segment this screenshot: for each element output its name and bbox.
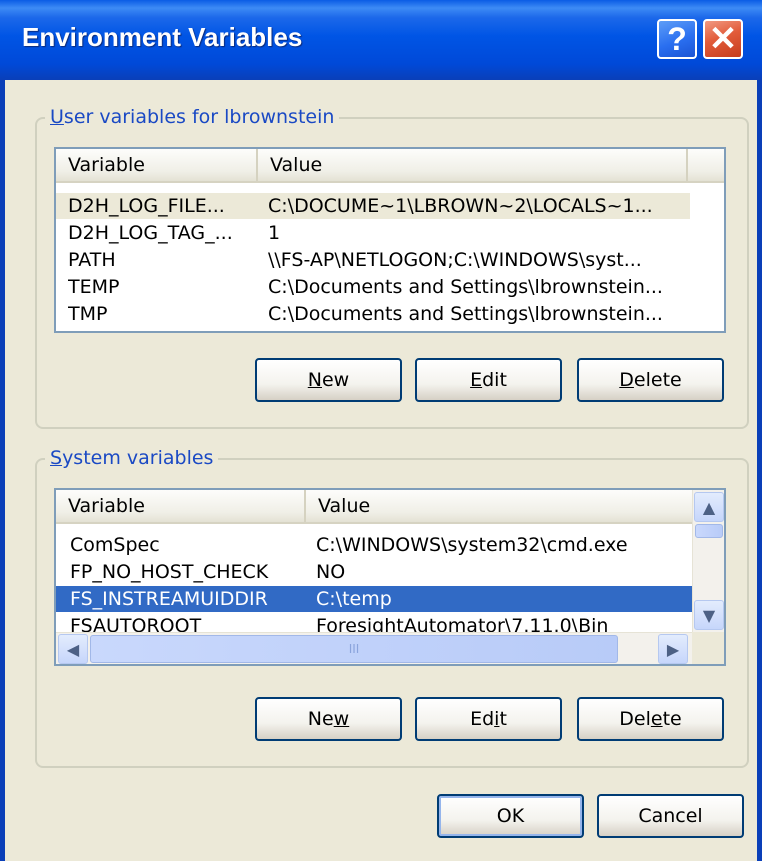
chevron-up-icon: ▲ [702,497,716,517]
close-button[interactable]: ✕ [703,19,743,59]
user-delete-button[interactable]: Delete [577,358,724,402]
list-item[interactable]: D2H_LOG_FILE... C:\DOCUME~1\LBROWN~2\LOC… [56,193,690,219]
close-icon: ✕ [708,20,738,58]
window-title: Environment Variables [22,22,303,52]
window-frame-right [757,80,762,861]
ok-button[interactable]: OK [437,794,584,838]
list-item[interactable]: TEMP C:\Documents and Settings\lbrownste… [56,274,690,300]
user-new-button[interactable]: New [255,358,402,402]
scroll-grip-icon: III [348,642,360,656]
column-header-variable[interactable]: Variable [56,490,306,522]
cancel-button[interactable]: Cancel [597,794,744,838]
list-item[interactable]: FS_INSTREAMUIDDIR C:\temp [56,586,692,612]
chevron-right-icon: ▶ [666,639,680,659]
list-item[interactable]: FP_NO_HOST_CHECK NO [56,559,692,585]
scroll-left-button[interactable]: ◀ [58,634,88,664]
help-button[interactable]: ? [657,19,697,59]
user-variables-list[interactable]: Variable Value D2H_LOG_FILE... C:\DOCUME… [54,147,726,333]
list-item[interactable]: D2H_LOG_TAG_... 1 [56,220,690,246]
title-bar[interactable]: Environment Variables ? ✕ [0,0,762,80]
system-list-header: Variable Value [56,490,692,524]
scroll-right-button[interactable]: ▶ [658,634,688,664]
scroll-up-button[interactable]: ▲ [694,492,724,522]
user-list-header: Variable Value [56,149,724,183]
vertical-scroll-thumb[interactable] [695,524,723,538]
chevron-down-icon: ▼ [702,605,716,625]
horizontal-scroll-thumb[interactable]: III [90,635,618,663]
column-header-variable[interactable]: Variable [56,149,258,181]
scrollbar-corner [692,632,724,664]
system-new-button[interactable]: Ne w [255,697,402,741]
vertical-scrollbar[interactable]: ▲ ▼ [692,490,724,632]
column-header-value[interactable]: Value [306,490,692,522]
user-variables-label: User variables for lbrownstein [45,106,340,128]
system-edit-button[interactable]: Ed i t [415,697,562,741]
window-frame-left [0,80,5,861]
list-item[interactable]: TMP C:\Documents and Settings\lbrownstei… [56,301,690,327]
chevron-left-icon: ◀ [66,639,80,659]
environment-variables-dialog: Environment Variables ? ✕ User variables… [0,0,762,861]
system-delete-button[interactable]: Del e te [577,697,724,741]
user-edit-button[interactable]: Edit [415,358,562,402]
system-variables-list[interactable]: Variable Value ComSpec C:\WINDOWS\system… [54,488,726,666]
horizontal-scrollbar[interactable]: ◀ III ▶ [56,632,692,664]
column-header-value[interactable]: Value [258,149,688,181]
scroll-down-button[interactable]: ▼ [694,600,724,630]
list-item[interactable]: PATH \\FS-AP\NETLOGON;C:\WINDOWS\syst... [56,247,690,273]
help-icon: ? [667,20,687,57]
system-variables-label: System variables [45,447,219,469]
list-item[interactable]: ComSpec C:\WINDOWS\system32\cmd.exe [56,532,692,558]
